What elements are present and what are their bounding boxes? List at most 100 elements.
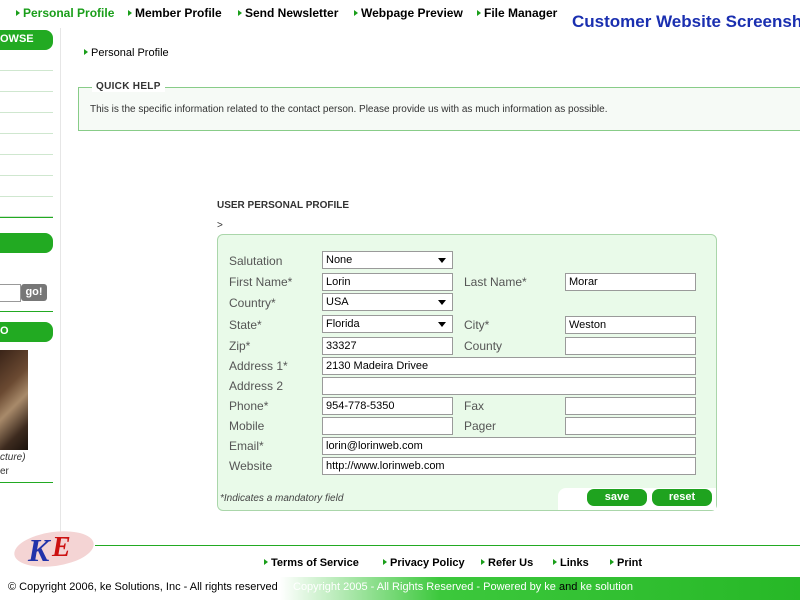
nav-personal-profile[interactable]: Personal Profile bbox=[16, 6, 114, 20]
pager-label: Pager bbox=[464, 419, 497, 433]
quick-help-text: This is the specific information related… bbox=[90, 104, 608, 115]
copyright-and: and bbox=[555, 581, 581, 593]
sidebar-divider bbox=[0, 311, 53, 312]
footer-link-label: Print bbox=[617, 557, 643, 569]
form-title: USER PERSONAL PROFILE bbox=[217, 200, 350, 211]
breadcrumb-label: Personal Profile bbox=[91, 47, 169, 59]
sidebar-item[interactable] bbox=[0, 92, 53, 113]
sidebar-item[interactable] bbox=[0, 113, 53, 134]
footer-divider bbox=[95, 545, 800, 546]
go-button[interactable]: go! bbox=[21, 284, 47, 301]
state-value: Florida bbox=[326, 318, 360, 330]
sidebar-item[interactable] bbox=[0, 71, 53, 92]
bullet-icon bbox=[128, 10, 132, 16]
reset-button[interactable]: reset bbox=[652, 489, 712, 506]
bullet-icon bbox=[481, 559, 485, 565]
county-field[interactable] bbox=[565, 337, 696, 355]
footer-link-print[interactable]: Print bbox=[610, 557, 642, 569]
photo-caption: cture) bbox=[0, 452, 26, 463]
nav-label: File Manager bbox=[484, 6, 558, 20]
last-name-label: Last Name* bbox=[464, 275, 527, 289]
address1-field[interactable]: 2130 Madeira Drivee bbox=[322, 357, 696, 375]
address1-label: Address 1* bbox=[229, 359, 288, 373]
mobile-label: Mobile bbox=[229, 419, 265, 433]
county-label: County bbox=[464, 339, 503, 353]
nav-file-manager[interactable]: File Manager bbox=[477, 6, 557, 20]
city-field[interactable]: Weston bbox=[565, 316, 696, 334]
sidebar-item[interactable] bbox=[0, 134, 53, 155]
footer-link-privacy[interactable]: Privacy Policy bbox=[383, 557, 465, 569]
sidebar-divider bbox=[0, 217, 53, 218]
sidebar-search-input[interactable] bbox=[0, 284, 21, 302]
last-name-field[interactable]: Morar bbox=[565, 273, 696, 291]
nav-label: Personal Profile bbox=[23, 6, 115, 20]
nav-label: Member Profile bbox=[135, 6, 222, 20]
country-select[interactable]: USA bbox=[322, 293, 453, 311]
column-divider bbox=[60, 28, 61, 548]
nav-member-profile[interactable]: Member Profile bbox=[128, 6, 222, 20]
zip-field[interactable]: 33327 bbox=[322, 337, 453, 355]
copyright-text: Copyright 2005 - All Rights Reserved - P… bbox=[293, 581, 545, 593]
sidebar-item[interactable] bbox=[0, 155, 53, 176]
salutation-label: Salutation bbox=[229, 254, 283, 268]
form-arrow: > bbox=[217, 220, 223, 231]
ke-logo: K E bbox=[14, 531, 94, 568]
save-button[interactable]: save bbox=[587, 489, 647, 506]
city-label: City* bbox=[464, 318, 490, 332]
bullet-icon bbox=[553, 559, 557, 565]
salutation-value: None bbox=[326, 254, 353, 266]
address2-field[interactable] bbox=[322, 377, 696, 395]
address2-label: Address 2 bbox=[229, 379, 284, 393]
first-name-field[interactable]: Lorin bbox=[322, 273, 453, 291]
footer-link-label: Links bbox=[560, 557, 589, 569]
website-field[interactable]: http://www.lorinweb.com bbox=[322, 457, 696, 475]
footer-link-label: Terms of Service bbox=[271, 557, 359, 569]
phone-field[interactable]: 954-778-5350 bbox=[322, 397, 453, 415]
top-nav: Personal Profile Member Profile Send New… bbox=[0, 0, 560, 28]
sidebar-item[interactable] bbox=[0, 50, 53, 71]
phone-label: Phone* bbox=[229, 399, 269, 413]
mobile-field[interactable] bbox=[322, 417, 453, 435]
breadcrumb: Personal Profile bbox=[84, 47, 169, 59]
sidebar-photo-label: O bbox=[0, 325, 9, 337]
screenshot-banner: Customer Website Screenshot bbox=[563, 0, 800, 42]
state-select[interactable]: Florida bbox=[322, 315, 453, 333]
copyright-right: Copyright 2005 - All Rights Reserved - P… bbox=[293, 581, 633, 593]
footer-link-terms[interactable]: Terms of Service bbox=[264, 557, 359, 569]
bullet-icon bbox=[383, 559, 387, 565]
state-label: State* bbox=[229, 318, 262, 332]
bullet-icon bbox=[238, 10, 242, 16]
banner-text: Customer Website Screenshot bbox=[572, 12, 800, 31]
copyright-left: © Copyright 2006, ke Solutions, Inc - Al… bbox=[8, 581, 278, 593]
sidebar-browse-tab: OWSE bbox=[0, 30, 53, 50]
svg-text:K: K bbox=[27, 532, 52, 568]
sidebar-item[interactable] bbox=[0, 176, 53, 197]
country-label: Country* bbox=[229, 296, 276, 310]
bullet-icon bbox=[477, 10, 481, 16]
footer-link-refer[interactable]: Refer Us bbox=[481, 557, 533, 569]
footer-link-label: Privacy Policy bbox=[390, 557, 465, 569]
email-label: Email* bbox=[229, 439, 264, 453]
country-value: USA bbox=[326, 296, 349, 308]
bullet-icon bbox=[610, 559, 614, 565]
nav-webpage-preview[interactable]: Webpage Preview bbox=[354, 6, 463, 20]
sidebar-divider bbox=[0, 482, 53, 483]
email-field[interactable]: lorin@lorinweb.com bbox=[322, 437, 696, 455]
quick-help-title: QUICK HELP bbox=[92, 81, 165, 92]
pager-field[interactable] bbox=[565, 417, 696, 435]
fax-field[interactable] bbox=[565, 397, 696, 415]
chevron-down-icon bbox=[438, 322, 446, 327]
chevron-down-icon bbox=[438, 300, 446, 305]
fax-label: Fax bbox=[464, 399, 485, 413]
photo-name: er bbox=[0, 466, 9, 477]
copyright-brand-link[interactable]: ke solution bbox=[580, 581, 633, 593]
sidebar-photo-tab: O bbox=[0, 322, 53, 342]
sidebar-item[interactable] bbox=[0, 196, 53, 217]
footer-link-links[interactable]: Links bbox=[553, 557, 589, 569]
copyright-brand[interactable]: ke bbox=[544, 581, 556, 593]
nav-send-newsletter[interactable]: Send Newsletter bbox=[238, 6, 338, 20]
sidebar-search-tab bbox=[0, 233, 53, 253]
salutation-select[interactable]: None bbox=[322, 251, 453, 269]
website-label: Website bbox=[229, 459, 273, 473]
mandatory-note: *Indicates a mandatory field bbox=[220, 493, 344, 504]
